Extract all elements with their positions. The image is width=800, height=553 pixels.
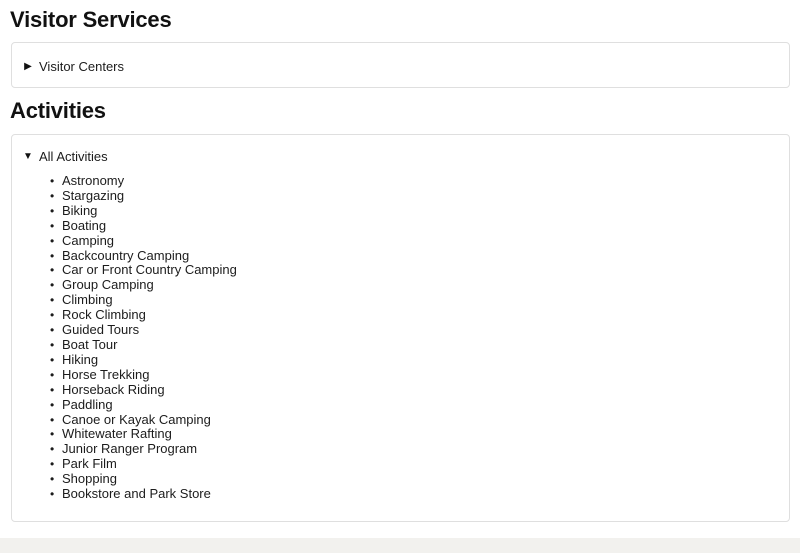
- list-item: Camping: [50, 233, 237, 249]
- list-item: Biking: [50, 203, 237, 219]
- list-item: Boating: [50, 218, 237, 234]
- list-item: Stargazing: [50, 188, 237, 204]
- triangle-right-icon: [23, 59, 33, 75]
- list-item: Hiking: [50, 352, 237, 368]
- list-item: Canoe or Kayak Camping: [50, 412, 237, 428]
- disclosure-label-all-activities: All Activities: [39, 149, 108, 164]
- list-item: Paddling: [50, 397, 237, 413]
- activities-card: All Activities AstronomyStargazingBiking…: [11, 134, 790, 522]
- disclosure-summary-all-activities[interactable]: All Activities: [23, 149, 108, 165]
- disclosure-summary-visitor-centers[interactable]: Visitor Centers: [23, 59, 124, 75]
- list-item: Group Camping: [50, 277, 237, 293]
- page-content: Visitor Services Visitor Centers Activit…: [0, 0, 800, 538]
- list-item: Rock Climbing: [50, 307, 237, 323]
- list-item: Climbing: [50, 292, 237, 308]
- visitor-centers-card: Visitor Centers: [11, 42, 790, 88]
- list-item: Horse Trekking: [50, 367, 237, 383]
- list-item: Junior Ranger Program: [50, 441, 237, 457]
- list-item: Backcountry Camping: [50, 248, 237, 264]
- list-item: Shopping: [50, 471, 237, 487]
- triangle-down-icon: [23, 149, 33, 165]
- page-title-visitor-services: Visitor Services: [10, 7, 172, 32]
- page-title-activities: Activities: [10, 98, 106, 123]
- list-item: Astronomy: [50, 173, 237, 189]
- list-item: Whitewater Rafting: [50, 427, 237, 443]
- list-item: Boat Tour: [50, 337, 237, 353]
- activity-list: AstronomyStargazingBikingBoatingCampingB…: [34, 173, 237, 502]
- list-item: Guided Tours: [50, 322, 237, 338]
- list-item: Bookstore and Park Store: [50, 486, 237, 502]
- footer-strip: [0, 538, 800, 553]
- list-item: Horseback Riding: [50, 382, 237, 398]
- disclosure-label-visitor-centers: Visitor Centers: [39, 59, 125, 74]
- list-item: Car or Front Country Camping: [50, 263, 237, 279]
- list-item: Park Film: [50, 456, 237, 472]
